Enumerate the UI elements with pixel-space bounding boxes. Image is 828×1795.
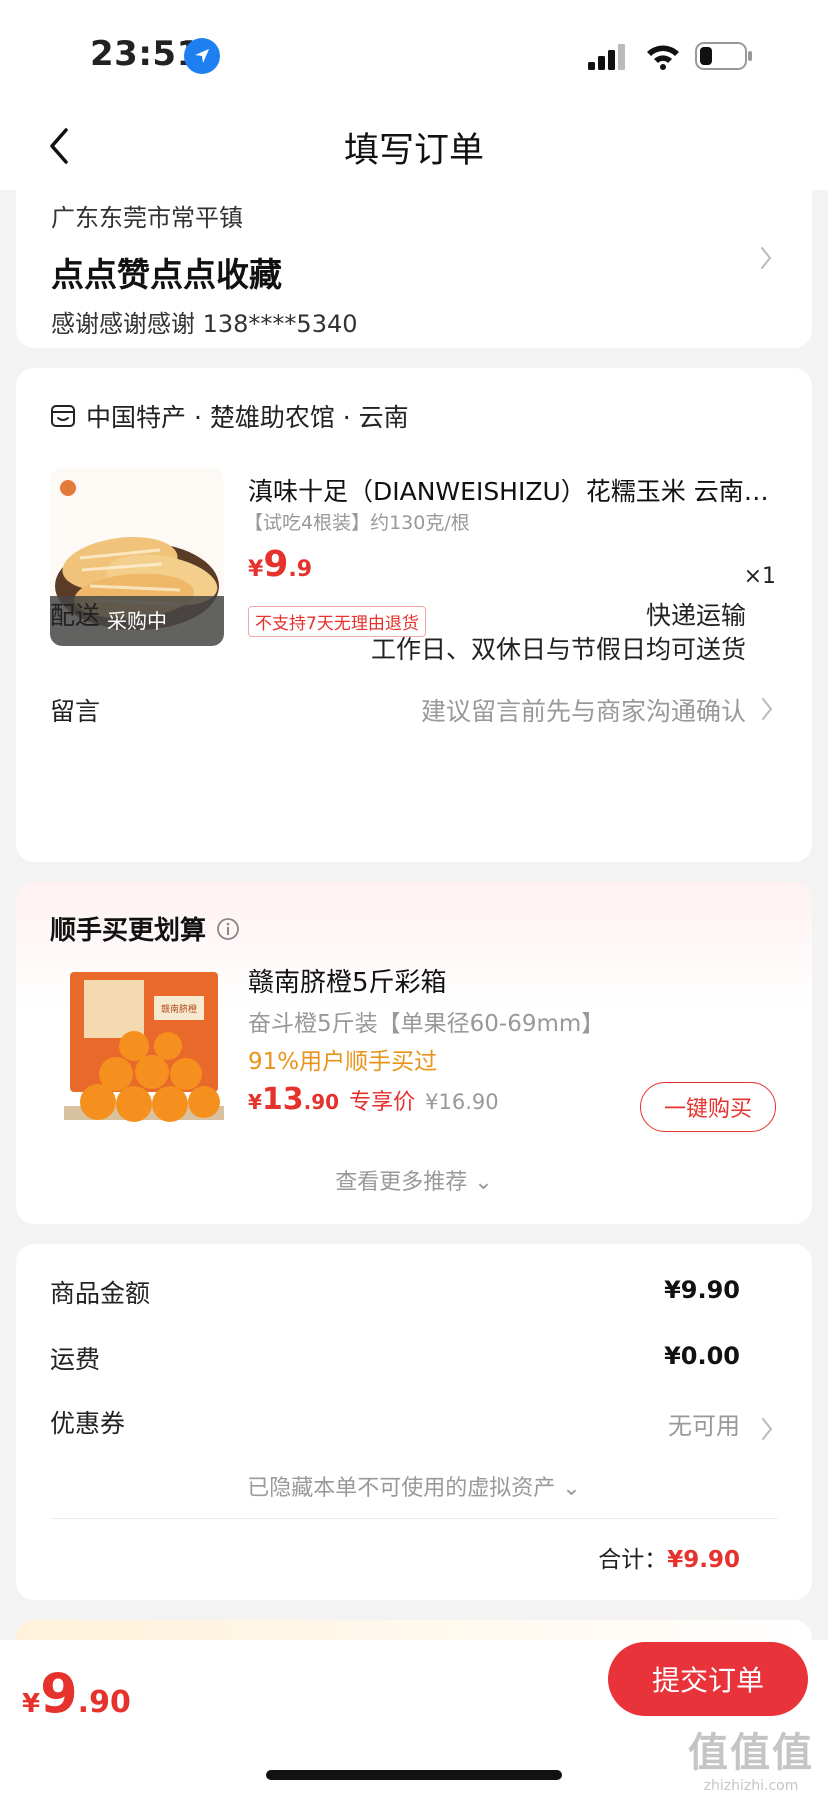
watermark: 值值值 zhizhizhi.com (688, 1720, 814, 1794)
address-contact: 感谢感谢感谢 138****5340 (51, 310, 358, 338)
one-click-buy-button[interactable]: 一键购买 (640, 1082, 776, 1132)
chevron-right-icon (762, 698, 773, 720)
more-recommendations-link[interactable]: 查看更多推荐 ⌄ (16, 1164, 812, 1196)
chevron-right-icon (762, 1418, 773, 1440)
location-arrow-icon (184, 38, 220, 74)
goods-amount-value: ¥9.90 (664, 1276, 740, 1304)
bottom-total-price: ¥9.90 (22, 1662, 131, 1725)
address-card[interactable]: 广东东莞市常平镇 点点赞点点收藏 感谢感谢感谢 138****5340 (16, 184, 812, 348)
bottom-checkout-bar: ¥9.90 提交订单 值值值 zhizhizhi.com (0, 1640, 828, 1795)
upsell-social-proof: 91%用户顺手买过 (248, 1049, 438, 1075)
summary-divider (50, 1518, 778, 1519)
home-indicator[interactable] (266, 1770, 562, 1780)
order-total: 合计：¥9.90 (598, 1540, 740, 1574)
hidden-assets-toggle[interactable]: 已隐藏本单不可使用的虚拟资产 ⌄ (16, 1470, 812, 1502)
shipping-fee-label: 运费 (50, 1345, 101, 1374)
shop-row[interactable]: 中国特产 · 楚雄助农馆 · 云南 (50, 398, 409, 434)
upsell-title: 顺手买更划算 (50, 916, 207, 946)
goods-amount-label: 商品金额 (50, 1279, 151, 1308)
product-price-integer: 9 (263, 544, 289, 585)
coupon-value[interactable]: 无可用 (668, 1406, 740, 1441)
shop-icon (51, 405, 75, 427)
info-icon[interactable] (216, 917, 240, 941)
delivery-mode: 快递运输 (645, 601, 746, 630)
page-title: 填写订单 (343, 131, 484, 171)
product-price-decimal: .9 (288, 557, 313, 582)
product-title[interactable]: 滇味十足（DIANWEISHIZU）花糯玉米 云南西双版纳 农家 (248, 472, 788, 508)
upsell-card: 顺手买更划算 赣南脐橙 赣南脐橙5斤彩箱 奋斗橙5斤装【单果径60-69mm】 … (16, 882, 812, 1224)
upsell-price: ¥13.90 (248, 1082, 339, 1117)
upsell-item-title[interactable]: 赣南脐橙5斤彩箱 (248, 962, 447, 999)
upsell-price-currency: ¥ (248, 1090, 262, 1114)
product-price-currency: ¥ (248, 557, 264, 582)
address-detail: 点点赞点点收藏 (51, 255, 282, 294)
shipping-fee-value: ¥0.00 (664, 1342, 740, 1370)
orange-box-image[interactable]: 赣南脐橙 (58, 966, 230, 1132)
message-input[interactable]: 建议留言前先与商家沟通确认 (421, 692, 746, 728)
order-product-card: 中国特产 · 楚雄助农馆 · 云南 采购中 滇味十足（DIANWEISHIZU）… (16, 368, 812, 862)
box-label: 赣南脐橙 (161, 1003, 197, 1015)
product-quantity: ×1 (743, 564, 776, 589)
product-price: ¥9.9 (248, 544, 312, 585)
upsell-price-integer: 13 (261, 1082, 304, 1117)
exclusive-price-tag: 专享价 (349, 1090, 416, 1115)
delivery-label: 配送 (50, 601, 101, 630)
address-region: 广东东莞市常平镇 (51, 204, 243, 232)
upsell-price-decimal: .90 (303, 1090, 340, 1114)
upsell-header: 顺手买更划算 (50, 910, 240, 947)
battery-icon (695, 42, 752, 70)
order-total-value: ¥9.90 (667, 1547, 740, 1573)
delivery-note: 工作日、双休日与节假日均可送货 (370, 635, 746, 664)
watermark-url: zhizhizhi.com (703, 1778, 799, 1794)
upsell-item-spec: 奋斗橙5斤装【单果径60-69mm】 (248, 1011, 605, 1037)
original-price: ¥16.90 (425, 1090, 499, 1114)
order-total-label: 合计： (598, 1547, 668, 1573)
wifi-icon (647, 45, 679, 70)
bottom-price-currency: ¥ (22, 1689, 41, 1719)
bottom-price-decimal: .90 (77, 1685, 131, 1720)
coupon-label: 优惠券 (50, 1409, 126, 1438)
watermark-logo: 值值值 (688, 1730, 814, 1776)
chevron-right-icon (761, 247, 772, 269)
bottom-price-integer: 9 (40, 1662, 78, 1725)
cellular-signal-icon (588, 44, 625, 70)
upsell-price-row: ¥13.90 专享价 ¥16.90 (248, 1082, 499, 1117)
shop-name: 中国特产 · 楚雄助农馆 · 云南 (86, 403, 409, 432)
product-spec: 【试吃4根装】约130克/根 (244, 512, 470, 534)
submit-order-button[interactable]: 提交订单 (608, 1642, 808, 1716)
navigation-bar: 填写订单 (0, 100, 828, 190)
status-bar: 23:51 (0, 0, 828, 100)
price-summary-card: 商品金额 ¥9.90 运费 ¥0.00 优惠券 无可用 已隐藏本单不可使用的虚拟… (16, 1244, 812, 1600)
message-label: 留言 (50, 697, 101, 726)
